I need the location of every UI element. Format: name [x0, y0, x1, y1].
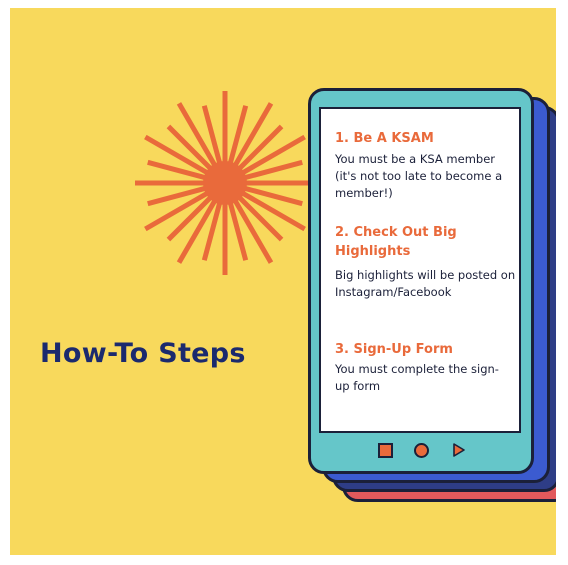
step-2-body: Big highlights will be posted on Instagr… — [335, 268, 516, 299]
page-heading: How-To Steps — [40, 338, 246, 369]
circle-icon — [414, 443, 429, 458]
step-2-title: 2. Check Out Big Highlights — [335, 225, 457, 259]
step-3-body: You must complete the sign-up form — [335, 362, 499, 393]
sunburst-graphic — [135, 91, 315, 275]
phone-mockup: 1. Be A KSAM You must be a KSA member (i… — [308, 88, 534, 474]
step-1-body: You must be a KSA member (it's not too l… — [335, 152, 503, 200]
square-icon — [378, 443, 393, 458]
phone-screen: 1. Be A KSAM You must be a KSA member (i… — [319, 107, 521, 433]
step-1-title: 1. Be A KSAM — [335, 131, 434, 146]
poster: How-To Steps 1. Be A KSAM You must be a … — [10, 8, 556, 555]
play-icon — [453, 443, 465, 457]
step-3-title: 3. Sign-Up Form — [335, 342, 453, 357]
